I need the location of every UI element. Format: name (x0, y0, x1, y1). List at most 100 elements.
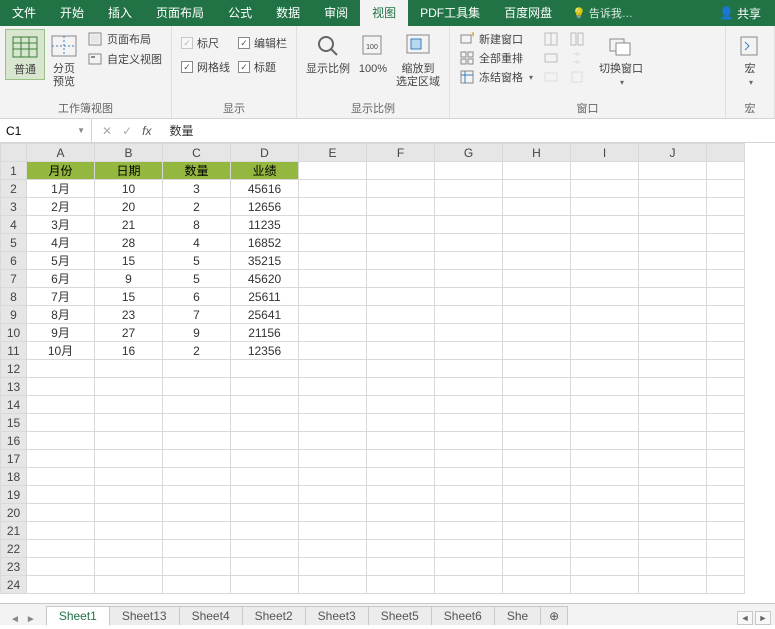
cell[interactable] (367, 234, 435, 252)
cell[interactable] (231, 396, 299, 414)
cell[interactable] (435, 270, 503, 288)
enter-icon[interactable]: ✓ (122, 124, 132, 138)
cell[interactable] (367, 252, 435, 270)
cell[interactable] (367, 522, 435, 540)
menu-tab-formulas[interactable]: 公式 (216, 0, 264, 26)
cell[interactable] (707, 396, 745, 414)
cell[interactable] (571, 360, 639, 378)
cell[interactable] (367, 162, 435, 180)
cell[interactable] (707, 270, 745, 288)
cell[interactable]: 45620 (231, 270, 299, 288)
cell[interactable] (435, 504, 503, 522)
cell[interactable] (367, 216, 435, 234)
row-header[interactable]: 14 (1, 396, 27, 414)
cell[interactable] (299, 216, 367, 234)
page-layout-button[interactable]: 页面布局 (87, 31, 162, 47)
cell[interactable] (571, 486, 639, 504)
row-header[interactable]: 3 (1, 198, 27, 216)
cell[interactable] (299, 162, 367, 180)
cell[interactable] (707, 342, 745, 360)
cell[interactable] (639, 468, 707, 486)
row-header[interactable]: 4 (1, 216, 27, 234)
cell[interactable] (571, 270, 639, 288)
sheet-tab[interactable]: Sheet1 (46, 606, 110, 626)
view-side-button[interactable] (569, 31, 585, 47)
column-header[interactable]: G (435, 144, 503, 162)
sheet-tab[interactable]: She (494, 606, 541, 625)
sheet-tab[interactable]: Sheet13 (109, 606, 180, 625)
cell[interactable] (503, 234, 571, 252)
cell[interactable]: 7月 (27, 288, 95, 306)
cell[interactable] (27, 540, 95, 558)
cell[interactable] (571, 504, 639, 522)
row-header[interactable]: 15 (1, 414, 27, 432)
cell[interactable] (299, 504, 367, 522)
row-header[interactable]: 1 (1, 162, 27, 180)
sheet-nav[interactable]: ◄► (0, 614, 46, 625)
cell[interactable] (95, 540, 163, 558)
column-header[interactable] (707, 144, 745, 162)
cell[interactable] (435, 414, 503, 432)
cell[interactable] (639, 252, 707, 270)
split-button[interactable] (543, 31, 559, 47)
name-box[interactable]: C1 ▼ (0, 119, 92, 142)
new-window-button[interactable]: ✱新建窗口 (459, 31, 533, 47)
cell[interactable] (435, 306, 503, 324)
cell[interactable] (639, 216, 707, 234)
cell[interactable] (95, 450, 163, 468)
cell[interactable] (299, 360, 367, 378)
cell[interactable] (503, 504, 571, 522)
cell[interactable]: 10月 (27, 342, 95, 360)
cell[interactable] (367, 270, 435, 288)
cell[interactable]: 35215 (231, 252, 299, 270)
cell[interactable] (231, 486, 299, 504)
cell[interactable] (27, 414, 95, 432)
cell[interactable] (571, 450, 639, 468)
menu-tab-data[interactable]: 数据 (264, 0, 312, 26)
cell[interactable] (367, 288, 435, 306)
cell[interactable] (503, 252, 571, 270)
cell[interactable] (503, 342, 571, 360)
cell[interactable] (163, 468, 231, 486)
cell[interactable]: 4月 (27, 234, 95, 252)
cell[interactable] (231, 522, 299, 540)
cell[interactable] (571, 180, 639, 198)
cell[interactable] (299, 486, 367, 504)
row-header[interactable]: 8 (1, 288, 27, 306)
cell[interactable] (639, 396, 707, 414)
cell[interactable] (299, 180, 367, 198)
cell[interactable]: 5 (163, 252, 231, 270)
cell[interactable] (571, 378, 639, 396)
cell[interactable] (299, 270, 367, 288)
cell[interactable] (299, 540, 367, 558)
cell[interactable] (707, 432, 745, 450)
cell[interactable] (299, 450, 367, 468)
cell[interactable]: 1月 (27, 180, 95, 198)
cell[interactable] (639, 432, 707, 450)
column-header[interactable]: C (163, 144, 231, 162)
cell[interactable] (707, 198, 745, 216)
cell[interactable]: 2 (163, 342, 231, 360)
cell[interactable] (163, 486, 231, 504)
new-sheet-button[interactable]: ⊕ (540, 606, 568, 625)
row-header[interactable]: 5 (1, 234, 27, 252)
switch-windows-button[interactable]: 切换窗口 (595, 29, 647, 89)
cell[interactable] (435, 324, 503, 342)
cell[interactable] (639, 324, 707, 342)
cell[interactable] (571, 198, 639, 216)
cell[interactable] (231, 378, 299, 396)
cell[interactable] (571, 558, 639, 576)
custom-views-button[interactable]: 自定义视图 (87, 51, 162, 67)
cell[interactable] (231, 432, 299, 450)
cell[interactable]: 6 (163, 288, 231, 306)
headings-checkbox[interactable]: 标题 (238, 59, 287, 75)
cell[interactable] (571, 396, 639, 414)
cell[interactable]: 日期 (95, 162, 163, 180)
sheet-tab[interactable]: Sheet4 (179, 606, 243, 625)
cell[interactable] (367, 342, 435, 360)
cell[interactable] (231, 540, 299, 558)
cell[interactable]: 月份 (27, 162, 95, 180)
cell[interactable] (299, 288, 367, 306)
sheet-tab[interactable]: Sheet2 (242, 606, 306, 625)
cell[interactable] (163, 432, 231, 450)
